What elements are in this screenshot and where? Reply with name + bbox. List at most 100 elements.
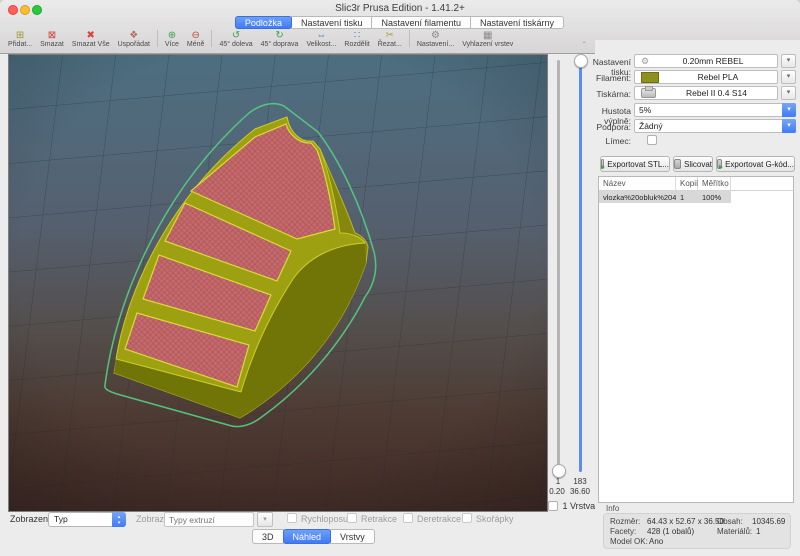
extrusion-types-dropdown-button[interactable]: ▾ (257, 512, 273, 527)
toolbar-separator (409, 30, 410, 47)
toolbar-rotate-left-button[interactable]: ↺ 45° doleva (215, 30, 256, 49)
tab-nastaveni-tiskarny[interactable]: Nastavení tiskárny (470, 16, 564, 29)
filament-combo[interactable]: Rebel PLA (634, 70, 778, 84)
toolbar-rotate-right-button[interactable]: ↻ 45° doprava (257, 30, 303, 49)
layer-slider-low-knob[interactable] (552, 464, 566, 478)
toolbar-delete-button[interactable]: ⊠ Smazat (36, 30, 68, 49)
infill-dropdown-arrow-icon[interactable]: ▾ (782, 103, 796, 117)
popup-stepper-icon[interactable]: ▴▾ (112, 512, 126, 527)
row-name: vlozka%20obluk%204.stl (599, 193, 676, 202)
tab-nastaveni-tisku[interactable]: Nastavení tisku (291, 16, 373, 29)
toolbar-separator (157, 30, 158, 47)
travel-checkbox[interactable] (287, 513, 297, 523)
support-label: Podpora: (589, 122, 631, 132)
window-title: Slic3r Prusa Edition - 1.41.2+ (0, 3, 800, 14)
printer-combo[interactable]: Rebel II 0.4 S14 (634, 86, 778, 100)
titlebar: Slic3r Prusa Edition - 1.41.2+ (0, 0, 800, 16)
print-settings-combo[interactable]: ⚙ 0.20mm REBEL (634, 54, 778, 68)
toolbar-scale-button[interactable]: ⇔ Velikost... (302, 30, 340, 49)
export-gcode-button[interactable]: Exportovat G-kód... (716, 156, 795, 172)
print-settings-gear-icon: ⚙ (641, 56, 649, 67)
view-3d-button[interactable]: 3D (252, 529, 284, 544)
export-stl-button[interactable]: Exportovat STL... (600, 156, 670, 172)
info-title: Info (606, 504, 619, 513)
column-header-scale[interactable]: Měřítko (698, 177, 731, 190)
object-table: Název Kopií Měřítko vlozka%20obluk%204.s… (598, 176, 794, 503)
printer-label: Tiskárna: (589, 89, 631, 99)
layer-low-value: 1 (551, 477, 565, 486)
view-switcher: 3D Náhled Vrstvy (253, 529, 375, 544)
toolbar-layer-smoothing-button[interactable]: ▦ Vyhlazení vrstev (458, 30, 517, 49)
size-label: Rozměr: (610, 517, 640, 526)
layer-slider-low-track[interactable] (557, 60, 560, 472)
add-copy-icon: ⊕ (168, 30, 176, 41)
extrusion-types-input[interactable] (164, 512, 254, 527)
layer-slider-high-knob[interactable] (574, 54, 588, 68)
toolbar-settings-button[interactable]: ⚙ Nastavení... (413, 30, 458, 49)
toolbar-fewer-button[interactable]: ⊖ Méně (183, 30, 209, 49)
layer-low-height: 0.20 (546, 487, 568, 496)
retractions-label: Retrakce (361, 514, 397, 524)
toolbar-more-button[interactable]: ⊕ Více (161, 30, 183, 49)
display-options-bar: Zobrazení Typ ▴▾ Zobrazit ▾ Rychloposun … (0, 512, 548, 530)
column-header-name[interactable]: Název (599, 177, 676, 190)
toolbar-split-button[interactable]: ∷ Rozdělit (340, 30, 373, 49)
slice-icon (674, 159, 681, 169)
viewport-3d[interactable] (8, 54, 548, 512)
info-box: Rozměr: 64.43 x 52.67 x 36.50 Obsah: 103… (603, 513, 791, 549)
panel-collapse-arrow[interactable]: ˆ (583, 42, 586, 50)
printer-icon (641, 88, 656, 98)
slice-button[interactable]: Slicovat (673, 156, 713, 172)
toolbar-delete-all-button[interactable]: ✖ Smazat Vše (68, 30, 114, 49)
layer-high-height: 36.60 (567, 487, 593, 496)
materials-label: Materiálů: (717, 527, 752, 536)
toolbar-cut-button[interactable]: ✂ Řezat... (374, 30, 406, 49)
view-mode-popup[interactable]: Typ ▴▾ (48, 512, 126, 527)
export-gcode-icon (717, 159, 722, 169)
print-settings-dropdown-button[interactable]: ▾ (781, 54, 796, 68)
volume-label: Obsah: (717, 517, 743, 526)
shells-label: Skořápky (476, 514, 514, 524)
split-icon: ∷ (354, 30, 360, 41)
view-layers-button[interactable]: Vrstvy (330, 529, 375, 544)
view-preview-button[interactable]: Náhled (283, 529, 332, 544)
single-layer-checkbox[interactable] (548, 501, 558, 511)
toolbar: ⊞ Přidat... ⊠ Smazat ✖ Smazat Vše ❖ Uspo… (4, 30, 517, 50)
settings-icon: ⚙ (431, 30, 440, 41)
toolbar-separator (211, 30, 212, 47)
tab-podlozka[interactable]: Podložka (235, 16, 292, 29)
rotate-left-icon: ↺ (232, 30, 240, 41)
table-row[interactable]: vlozka%20obluk%204.stl 1 100% (599, 191, 731, 203)
settings-panel: Nastavení tisku: ⚙ 0.20mm REBEL ▾ Filame… (595, 40, 800, 556)
build-plate-scene (9, 55, 547, 511)
single-layer-control: 1 Vrstva (548, 498, 595, 516)
unretractions-checkbox[interactable] (403, 513, 413, 523)
model-ok-label: Model OK: (610, 537, 648, 546)
toolbar-add-button[interactable]: ⊞ Přidat... (4, 30, 36, 49)
toolbar-arrange-button[interactable]: ❖ Uspořádat (114, 30, 154, 49)
shells-checkbox[interactable] (462, 513, 472, 523)
tab-bar: Podložka Nastavení tisku Nastavení filam… (0, 16, 800, 30)
filament-dropdown-button[interactable]: ▾ (781, 70, 796, 84)
arrange-icon: ❖ (129, 30, 138, 41)
layer-high-value: 183 (571, 477, 589, 486)
remove-copy-icon: ⊖ (191, 30, 199, 41)
delete-all-icon: ✖ (87, 30, 95, 41)
layer-slider-high-track[interactable] (579, 60, 582, 472)
retractions-checkbox[interactable] (347, 513, 357, 523)
support-dropdown[interactable]: Žádný ▾ (634, 119, 796, 133)
brim-checkbox[interactable] (647, 135, 657, 145)
filament-color-swatch (641, 72, 659, 83)
infill-dropdown[interactable]: 5% ▾ (634, 103, 796, 117)
filament-label: Filament: (589, 73, 631, 83)
column-header-copies[interactable]: Kopií (676, 177, 698, 190)
add-object-icon: ⊞ (16, 30, 24, 41)
support-dropdown-arrow-icon[interactable]: ▾ (782, 119, 796, 133)
app-window: Slic3r Prusa Edition - 1.41.2+ Podložka … (0, 0, 800, 556)
printer-dropdown-button[interactable]: ▾ (781, 86, 796, 100)
row-copies: 1 (676, 193, 698, 202)
single-layer-label: 1 Vrstva (562, 501, 595, 511)
tab-nastaveni-filamentu[interactable]: Nastavení filamentu (371, 16, 471, 29)
layer-smoothing-icon: ▦ (483, 30, 492, 41)
brim-label: Límec: (589, 136, 631, 146)
